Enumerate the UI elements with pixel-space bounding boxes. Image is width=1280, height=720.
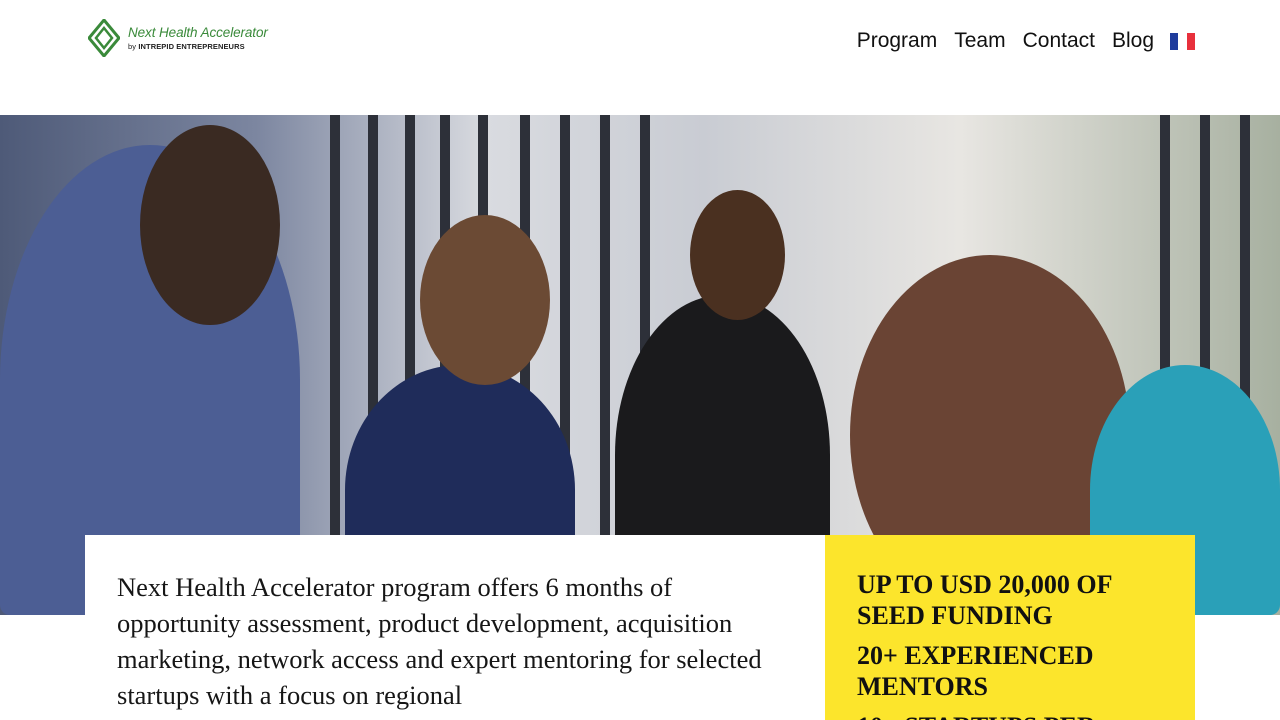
nav-link-team[interactable]: Team [954, 29, 1005, 53]
stats-panel: UP TO USD 20,000 OF SEED FUNDING 20+ EXP… [825, 535, 1195, 720]
stat-mentors: 20+ EXPERIENCED MENTORS [857, 641, 1094, 701]
stat-startups: 10+ STARTUPS PER [857, 711, 1163, 720]
france-flag-icon[interactable] [1170, 32, 1195, 50]
intro-text: Next Health Accelerator program offers 6… [117, 572, 762, 710]
logo-subtitle-brand: INTREPID ENTREPRENEURS [138, 41, 245, 51]
intro-panel: Next Health Accelerator program offers 6… [85, 535, 825, 720]
site-logo[interactable]: Next Health Accelerator by INTREPID ENTR… [88, 18, 288, 58]
nav-link-program[interactable]: Program [857, 29, 938, 53]
nav-link-blog[interactable]: Blog [1112, 29, 1154, 53]
logo-subtitle: by INTREPID ENTREPRENEURS [128, 41, 268, 51]
logo-subtitle-prefix: by [128, 41, 137, 51]
nav-link-contact[interactable]: Contact [1023, 29, 1095, 53]
diamond-logo-icon [88, 19, 120, 57]
logo-title: Next Health Accelerator [128, 25, 268, 40]
site-header: Next Health Accelerator by INTREPID ENTR… [0, 0, 1280, 115]
stat-seed-funding: UP TO USD 20,000 OF SEED FUNDING [857, 570, 1112, 630]
main-nav: Program Team Contact Blog [840, 29, 1195, 53]
